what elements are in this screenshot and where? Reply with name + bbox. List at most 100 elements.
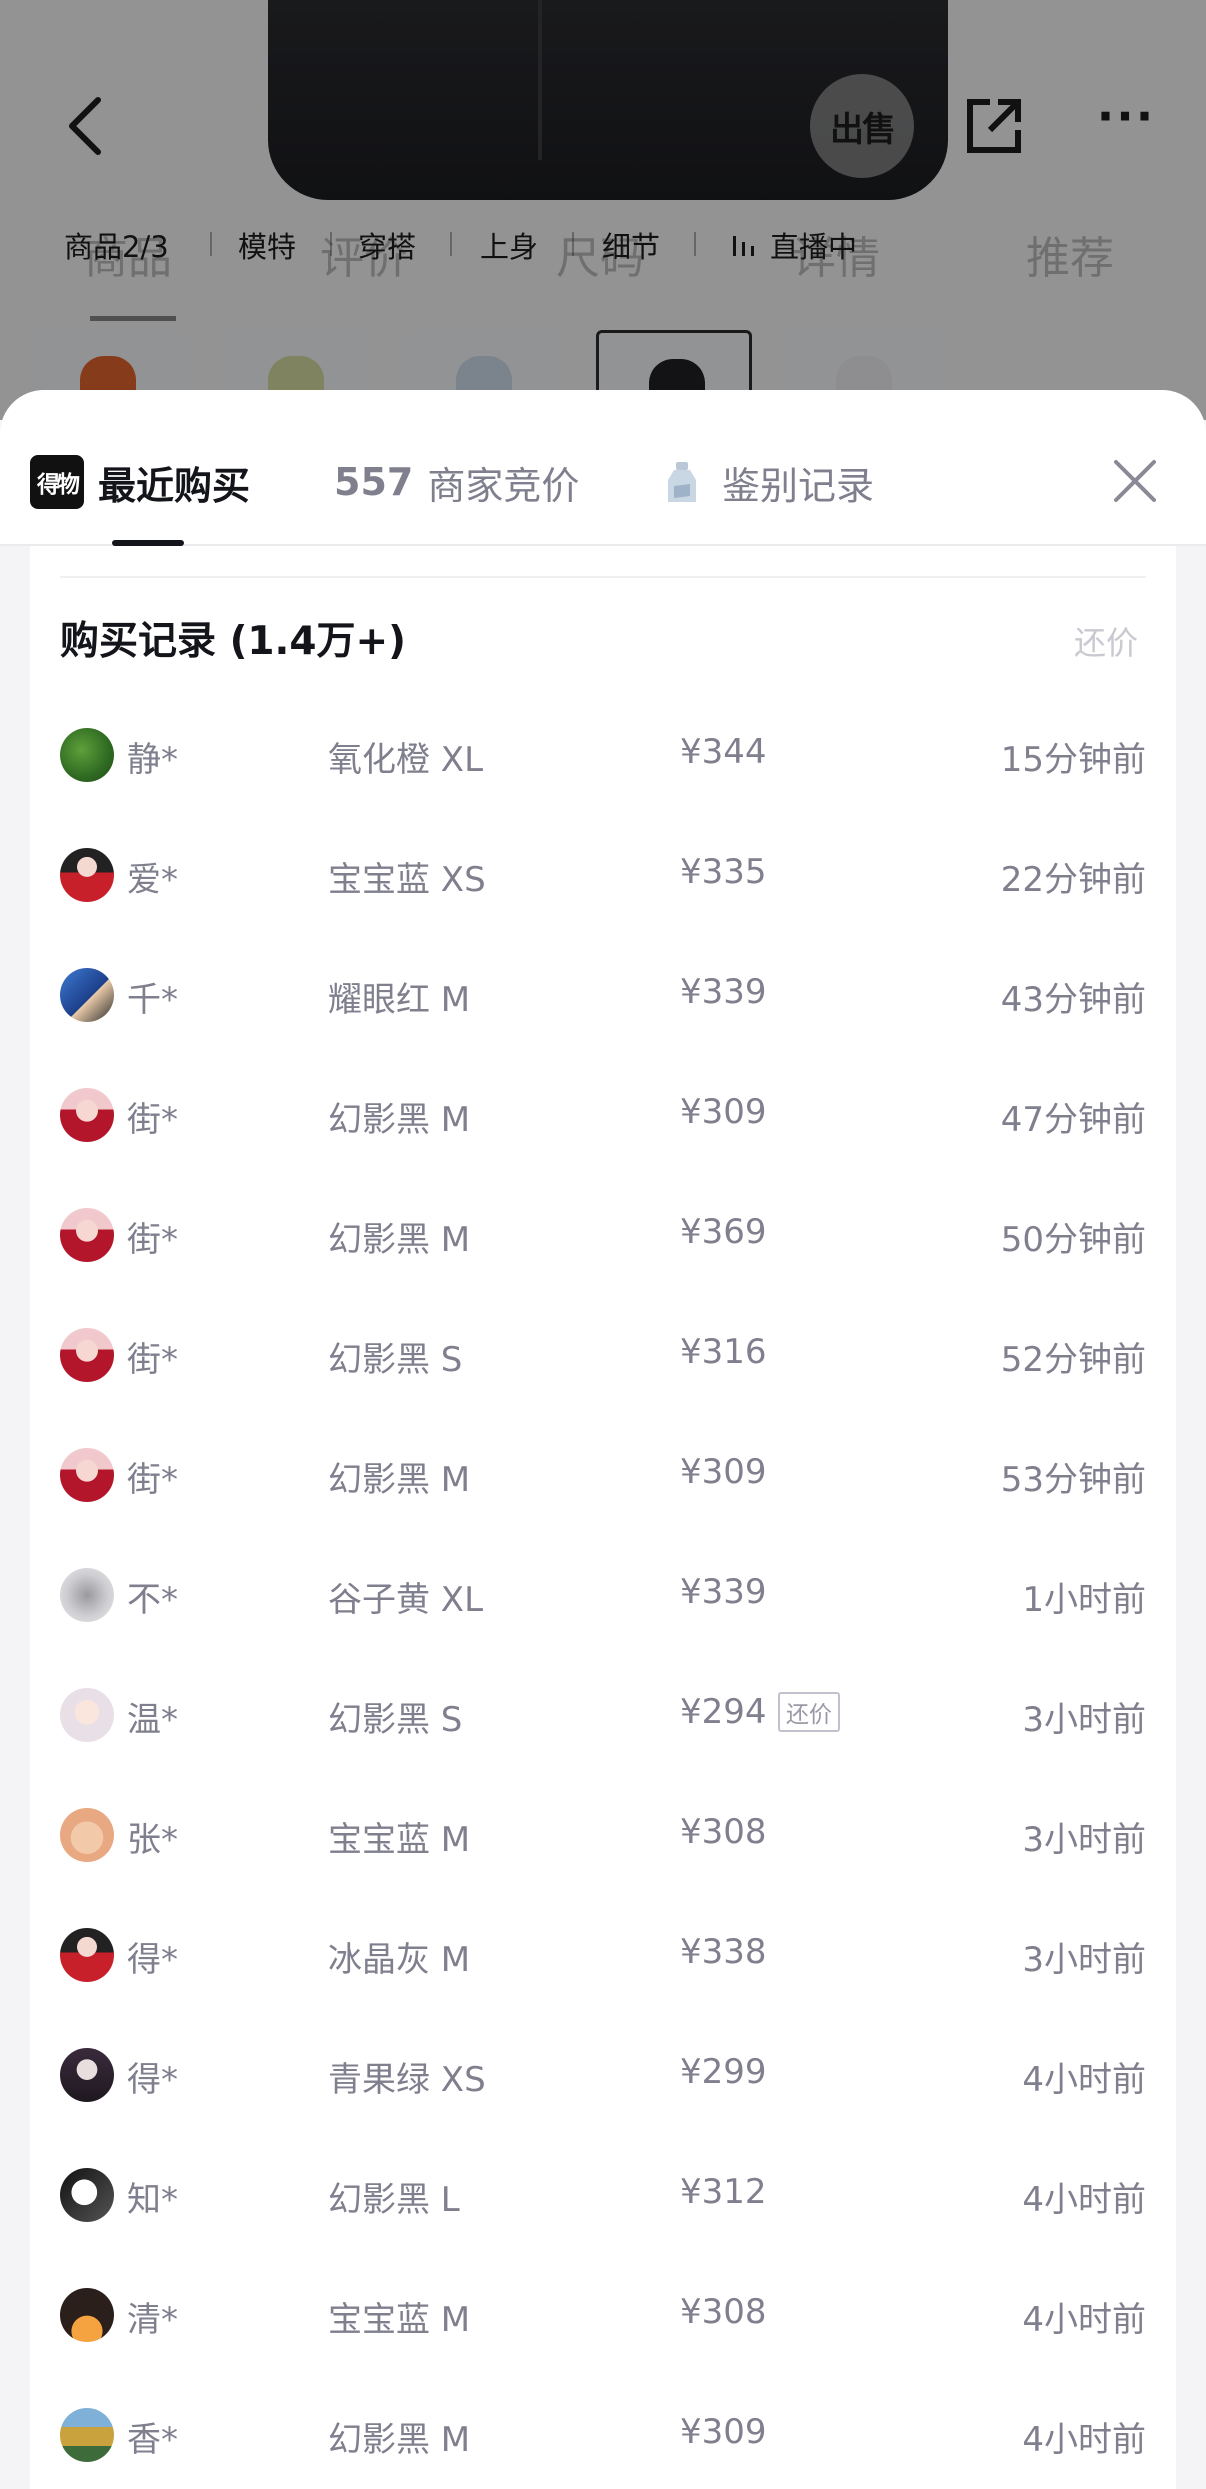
tab-authentication-records[interactable]: 鉴别记录: [664, 452, 874, 512]
price-label: ¥309: [680, 1092, 767, 1132]
purchase-time: 15分钟前: [1000, 740, 1146, 780]
price-label: ¥309: [680, 2412, 767, 2452]
tab-recent-purchases[interactable]: 得物 最近购买: [30, 452, 250, 512]
variant-label: 幻影黑 M: [328, 1460, 471, 1500]
avatar: [60, 728, 114, 782]
haggle-badge: 还价: [778, 1692, 840, 1732]
chevron-left-icon: [69, 97, 101, 155]
variant-label: 幻影黑 M: [328, 1220, 471, 1260]
buyer-name: 千*: [127, 980, 178, 1020]
purchase-records-card: 购买记录 (1.4万+) 还价 静* 氧化橙 XL ¥344 15分钟前 爱* 宝宝蓝 X…: [30, 546, 1176, 2489]
purchase-record-row: 清* 宝宝蓝 M ¥308 4小时前: [30, 2256, 1176, 2376]
haggle-link[interactable]: 还价: [1074, 618, 1138, 664]
purchase-record-row: 得* 青果绿 XS ¥299 4小时前: [30, 2016, 1176, 2136]
tab-label: 最近购买: [98, 463, 251, 508]
avatar: [60, 1928, 114, 1982]
bid-count: 557: [334, 460, 414, 504]
purchase-record-row: 街* 幻影黑 S ¥316 52分钟前: [30, 1296, 1176, 1416]
avatar: [60, 1088, 114, 1142]
buyer-name: 街*: [127, 1100, 178, 1140]
variant-label: 宝宝蓝 M: [328, 1820, 471, 1860]
price-label: ¥339: [680, 972, 767, 1012]
purchase-record-row: 千* 耀眼红 M ¥339 43分钟前: [30, 936, 1176, 1056]
purchase-time: 43分钟前: [1000, 980, 1146, 1020]
price-label: ¥338: [680, 1932, 767, 1972]
purchase-record-row: 得* 冰晶灰 M ¥338 3小时前: [30, 1896, 1176, 2016]
purchase-time: 3小时前: [1022, 1940, 1146, 1980]
share-button[interactable]: [952, 84, 1036, 168]
purchase-time: 47分钟前: [1000, 1100, 1146, 1140]
modal-backdrop[interactable]: [0, 0, 1206, 420]
buyer-name: 清*: [127, 2300, 178, 2340]
variant-label: 幻影黑 S: [328, 1340, 463, 1380]
purchase-record-row: 静* 氧化橙 XL ¥344 15分钟前: [30, 696, 1176, 816]
dewu-logo-icon: 得物: [30, 455, 84, 509]
product-page-background: 商品 评价 尺码 详情 推荐 商品2/3 模特 穿搭 上身 细节 直播中 出售 …: [0, 0, 1206, 420]
buyer-name: 街*: [127, 1460, 178, 1500]
purchase-record-row: 张* 宝宝蓝 M ¥308 3小时前: [30, 1776, 1176, 1896]
buyer-name: 得*: [127, 2060, 178, 2100]
buyer-name: 香*: [127, 2420, 178, 2460]
price-label: ¥308: [680, 1812, 767, 1852]
avatar: [60, 2288, 114, 2342]
avatar: [60, 2168, 114, 2222]
variant-label: 幻影黑 S: [328, 1700, 463, 1740]
purchase-record-row: 街* 幻影黑 M ¥309 47分钟前: [30, 1056, 1176, 1176]
avatar: [60, 1808, 114, 1862]
price-label: ¥299: [680, 2052, 767, 2092]
purchase-time: 3小时前: [1022, 1820, 1146, 1860]
purchase-time: 4小时前: [1022, 2300, 1146, 2340]
price-label: ¥294: [680, 1692, 767, 1732]
purchase-time: 4小时前: [1022, 2420, 1146, 2460]
variant-label: 幻影黑 M: [328, 1100, 471, 1140]
purchase-record-row: 街* 幻影黑 M ¥369 50分钟前: [30, 1176, 1176, 1296]
price-label: ¥312: [680, 2172, 767, 2212]
purchase-time: 53分钟前: [1000, 1460, 1146, 1500]
sell-button[interactable]: 出售: [810, 74, 914, 178]
price-label: ¥335: [680, 852, 767, 892]
avatar: [60, 1208, 114, 1262]
tab-merchant-bids[interactable]: 557 商家竞价: [334, 452, 579, 512]
avatar: [60, 1448, 114, 1502]
purchase-time: 3小时前: [1022, 1700, 1146, 1740]
close-button[interactable]: [1100, 446, 1170, 516]
buyer-name: 知*: [127, 2180, 178, 2220]
share-icon: [967, 99, 1021, 153]
purchase-record-row: 知* 幻影黑 L ¥312 4小时前: [30, 2136, 1176, 2256]
avatar: [60, 968, 114, 1022]
price-label: ¥309: [680, 1452, 767, 1492]
purchase-time: 22分钟前: [1000, 860, 1146, 900]
sheet-header: 得物 最近购买 557 商家竞价 鉴别记录: [0, 390, 1206, 546]
purchase-records-sheet: 得物 最近购买 557 商家竞价 鉴别记录 购买记录 (1.4万+) 还价 静*…: [0, 390, 1206, 2489]
purchase-record-row: 香* 幻影黑 M ¥309 4小时前: [30, 2376, 1176, 2489]
more-button[interactable]: ···: [1084, 84, 1168, 168]
avatar: [60, 2408, 114, 2462]
buyer-name: 不*: [127, 1580, 178, 1620]
purchase-time: 50分钟前: [1000, 1220, 1146, 1260]
price-label: ¥316: [680, 1332, 767, 1372]
buyer-name: 得*: [127, 1940, 178, 1980]
avatar: [60, 848, 114, 902]
avatar: [60, 1568, 114, 1622]
avatar: [60, 1688, 114, 1742]
buyer-name: 静*: [127, 740, 178, 780]
price-label: ¥369: [680, 1212, 767, 1252]
purchase-record-row: 爱* 宝宝蓝 XS ¥335 22分钟前: [30, 816, 1176, 936]
buyer-name: 张*: [127, 1820, 178, 1860]
purchase-record-row: 不* 谷子黄 XL ¥339 1小时前: [30, 1536, 1176, 1656]
purchase-time: 52分钟前: [1000, 1340, 1146, 1380]
more-dots-icon: ···: [1096, 89, 1156, 143]
back-button[interactable]: [44, 84, 128, 168]
records-title: 购买记录 (1.4万+): [60, 619, 406, 664]
variant-label: 冰晶灰 M: [328, 1940, 471, 1980]
divider: [60, 576, 1146, 578]
bottle-icon: [668, 462, 696, 502]
purchase-record-row: 街* 幻影黑 M ¥309 53分钟前: [30, 1416, 1176, 1536]
close-icon: [1114, 460, 1156, 502]
variant-label: 幻影黑 L: [328, 2180, 460, 2220]
purchase-time: 4小时前: [1022, 2060, 1146, 2100]
purchase-record-row: 温* 幻影黑 S ¥294 还价 3小时前: [30, 1656, 1176, 1776]
sell-label: 出售: [830, 109, 896, 150]
variant-label: 宝宝蓝 M: [328, 2300, 471, 2340]
purchase-time: 4小时前: [1022, 2180, 1146, 2220]
